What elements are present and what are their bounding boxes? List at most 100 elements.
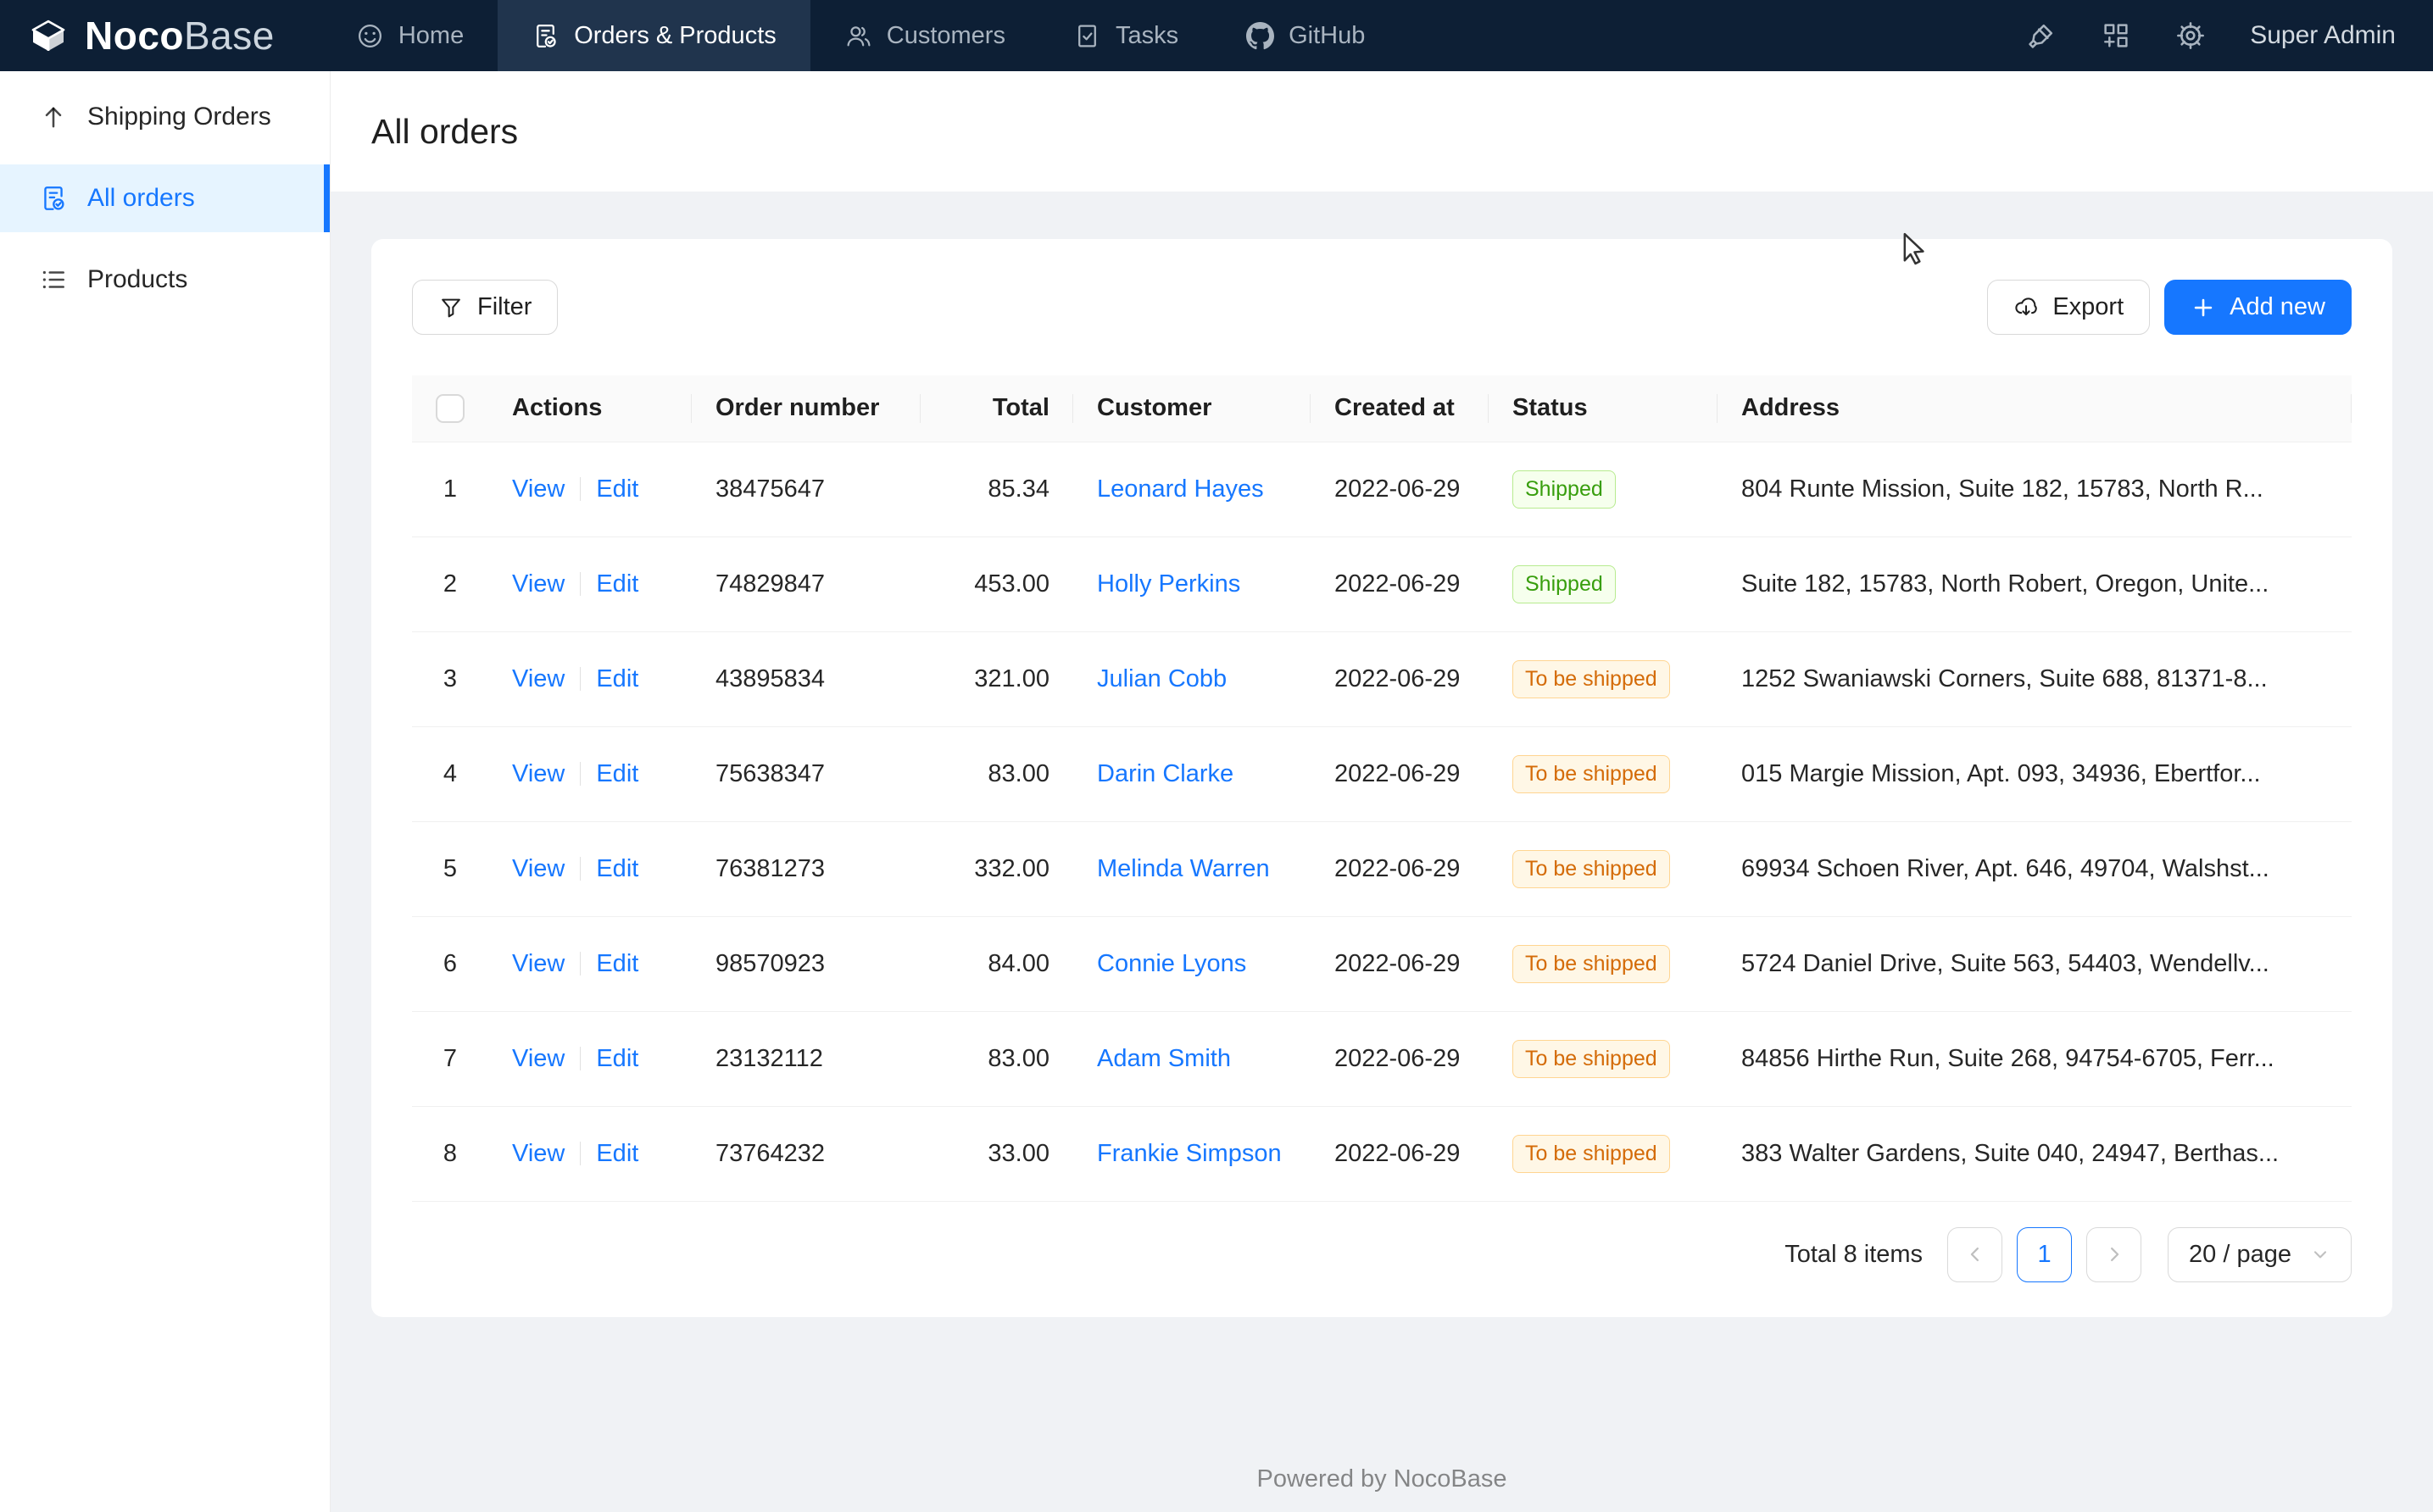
status-badge: To be shipped — [1512, 1040, 1670, 1078]
orders-table: ActionsOrder numberTotalCustomerCreated … — [412, 375, 2352, 1202]
cell-order-number: 74829847 — [692, 536, 921, 631]
nav-item-home[interactable]: Home — [322, 0, 498, 71]
page-size-select[interactable]: 20 / page — [2168, 1227, 2352, 1282]
cell-actions: View Edit — [488, 536, 692, 631]
nav-item-label: Customers — [887, 22, 1005, 50]
edit-link[interactable]: Edit — [596, 475, 638, 503]
page-content: Filter Export Add new Action — [331, 192, 2433, 1512]
nav-item-customers[interactable]: Customers — [810, 0, 1039, 71]
logo-text: NocoBase — [85, 16, 275, 55]
cell-row-index: 6 — [412, 916, 488, 1011]
customer-link[interactable]: Melinda Warren — [1097, 855, 1270, 882]
sidebar-item-shipping-orders[interactable]: Shipping Orders — [0, 83, 330, 151]
view-link[interactable]: View — [512, 760, 565, 787]
nav-item-orders-products[interactable]: Orders & Products — [498, 0, 810, 71]
cell-customer: Leonard Hayes — [1073, 442, 1311, 536]
cell-total: 33.00 — [921, 1106, 1073, 1201]
cell-order-number: 23132112 — [692, 1011, 921, 1106]
edit-link[interactable]: Edit — [596, 570, 638, 598]
top-nav: NocoBase Home Orders & Products Customers T… — [0, 0, 2433, 71]
select-all-checkbox[interactable] — [436, 394, 465, 423]
cell-status: To be shipped — [1489, 1106, 1718, 1201]
cell-status: To be shipped — [1489, 631, 1718, 726]
cell-order-number: 43895834 — [692, 631, 921, 726]
cell-total: 453.00 — [921, 536, 1073, 631]
cell-order-number: 73764232 — [692, 1106, 921, 1201]
cell-order-number: 76381273 — [692, 821, 921, 916]
prev-page-button[interactable] — [1947, 1227, 2002, 1282]
action-divider — [580, 857, 581, 881]
cell-status: To be shipped — [1489, 821, 1718, 916]
cell-address: 804 Runte Mission, Suite 182, 15783, Nor… — [1718, 442, 2352, 536]
view-link[interactable]: View — [512, 1045, 565, 1072]
edit-link[interactable]: Edit — [596, 1140, 638, 1167]
nocobase-logo[interactable]: NocoBase — [0, 0, 322, 71]
cell-row-index: 3 — [412, 631, 488, 726]
table-header-row: ActionsOrder numberTotalCustomerCreated … — [412, 375, 2352, 442]
action-divider — [580, 477, 581, 501]
view-link[interactable]: View — [512, 855, 565, 882]
customer-link[interactable]: Frankie Simpson — [1097, 1140, 1282, 1167]
view-link[interactable]: View — [512, 475, 565, 503]
cell-actions: View Edit — [488, 442, 692, 536]
customer-link[interactable]: Julian Cobb — [1097, 665, 1227, 692]
cell-address: 5724 Daniel Drive, Suite 563, 54403, Wen… — [1718, 916, 2352, 1011]
nav-item-label: Orders & Products — [574, 22, 777, 50]
view-link[interactable]: View — [512, 1140, 565, 1167]
chevron-down-icon — [2310, 1244, 2330, 1265]
cell-row-index: 4 — [412, 726, 488, 821]
current-user[interactable]: Super Admin — [2250, 21, 2396, 50]
cell-actions: View Edit — [488, 916, 692, 1011]
cell-status: To be shipped — [1489, 1011, 1718, 1106]
nav-item-label: Home — [398, 22, 464, 50]
next-page-button[interactable] — [2086, 1227, 2141, 1282]
view-link[interactable]: View — [512, 570, 565, 598]
table-row: 5ViewEdit76381273332.00Melinda Warren202… — [412, 821, 2352, 916]
export-button[interactable]: Export — [1987, 280, 2150, 335]
customer-link[interactable]: Leonard Hayes — [1097, 475, 1264, 503]
customer-link[interactable]: Darin Clarke — [1097, 760, 1233, 787]
cell-address: 1252 Swaniawski Corners, Suite 688, 8137… — [1718, 631, 2352, 726]
action-divider — [580, 1047, 581, 1070]
sidebar-item-products[interactable]: Products — [0, 246, 330, 314]
view-link[interactable]: View — [512, 665, 565, 692]
cell-customer: Frankie Simpson — [1073, 1106, 1311, 1201]
filter-button[interactable]: Filter — [412, 280, 558, 335]
cell-order-number: 75638347 — [692, 726, 921, 821]
cell-created-at: 2022-06-29 — [1311, 631, 1489, 726]
chevron-left-icon — [1964, 1243, 1986, 1265]
tasks-icon — [1073, 22, 1101, 50]
edit-link[interactable]: Edit — [596, 1045, 638, 1072]
nav-item-tasks[interactable]: Tasks — [1039, 0, 1212, 71]
gear-icon[interactable] — [2175, 20, 2206, 51]
sidebar-item-all-orders[interactable]: All orders — [0, 164, 330, 232]
sidebar-item-label: All orders — [87, 184, 195, 213]
customer-link[interactable]: Adam Smith — [1097, 1045, 1231, 1072]
plus-icon — [2191, 295, 2216, 320]
nav-item-github[interactable]: GitHub — [1212, 0, 1399, 71]
edit-link[interactable]: Edit — [596, 760, 638, 787]
status-badge: To be shipped — [1512, 945, 1670, 983]
add-new-button[interactable]: Add new — [2164, 280, 2352, 335]
cloud-download-icon — [2013, 295, 2039, 320]
page-number-button[interactable]: 1 — [2017, 1227, 2072, 1282]
cell-row-index: 8 — [412, 1106, 488, 1201]
cell-created-at: 2022-06-29 — [1311, 442, 1489, 536]
action-divider — [580, 572, 581, 596]
customer-link[interactable]: Connie Lyons — [1097, 950, 1246, 977]
status-badge: Shipped — [1512, 565, 1616, 603]
cell-customer: Julian Cobb — [1073, 631, 1311, 726]
highlight-icon[interactable] — [2026, 20, 2057, 51]
edit-link[interactable]: Edit — [596, 950, 638, 977]
cell-total: 84.00 — [921, 916, 1073, 1011]
cell-total: 83.00 — [921, 726, 1073, 821]
customer-link[interactable]: Holly Perkins — [1097, 570, 1240, 598]
edit-link[interactable]: Edit — [596, 855, 638, 882]
table-row: 2ViewEdit74829847453.00Holly Perkins2022… — [412, 536, 2352, 631]
filter-icon — [438, 295, 464, 320]
blocks-icon[interactable] — [2101, 20, 2131, 51]
cell-created-at: 2022-06-29 — [1311, 821, 1489, 916]
cell-created-at: 2022-06-29 — [1311, 916, 1489, 1011]
view-link[interactable]: View — [512, 950, 565, 977]
edit-link[interactable]: Edit — [596, 665, 638, 692]
